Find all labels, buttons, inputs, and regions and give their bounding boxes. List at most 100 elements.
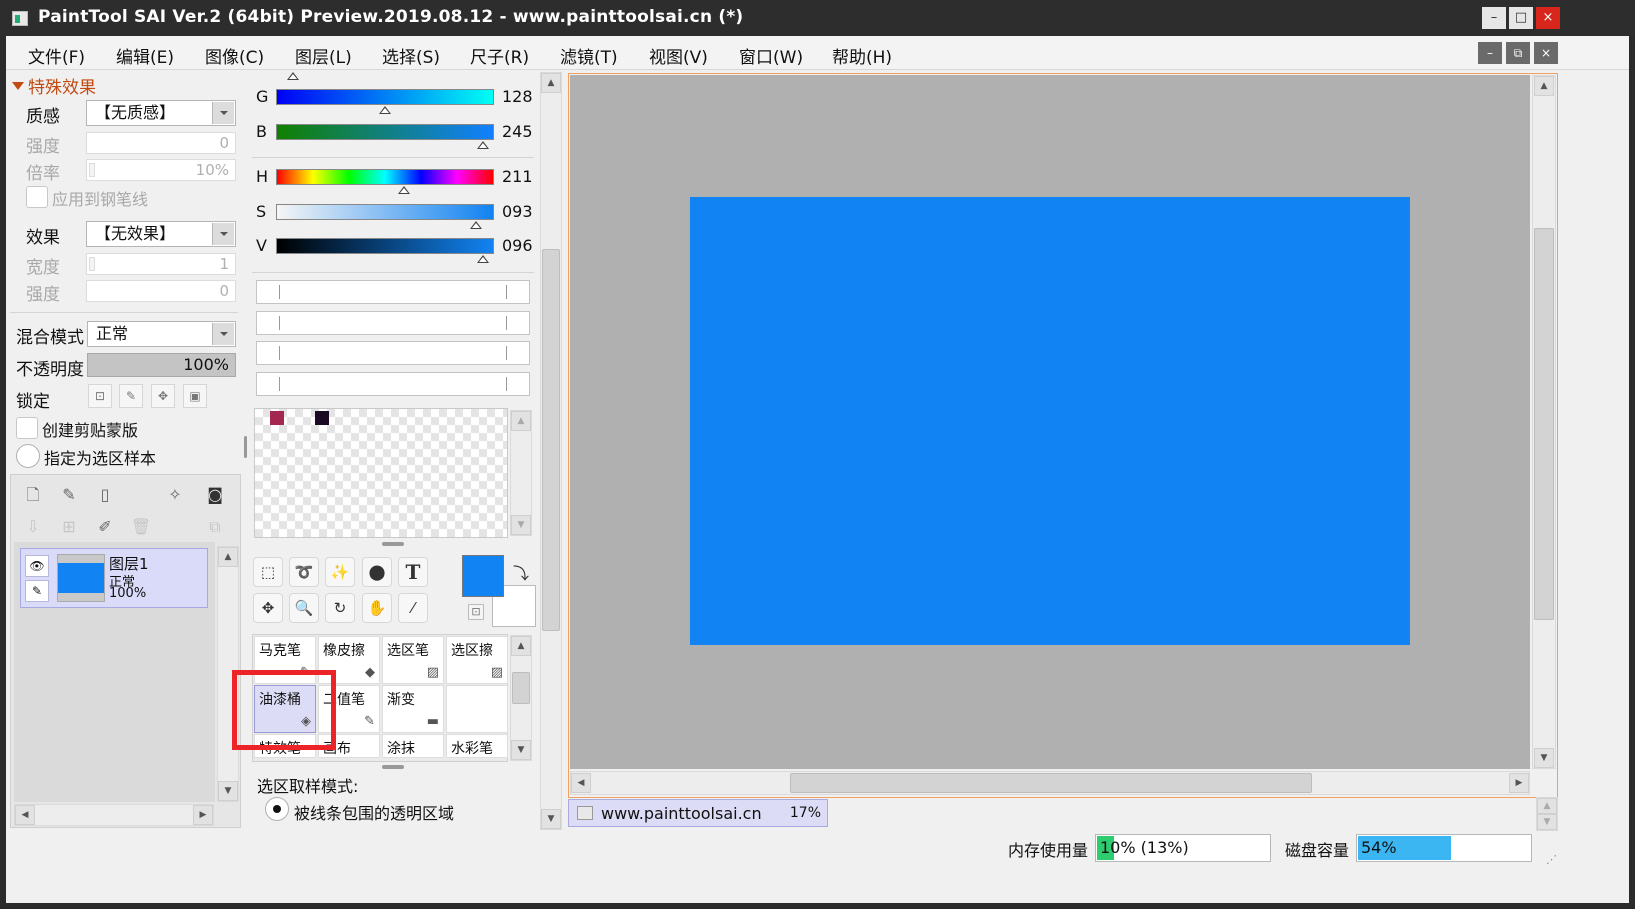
swatch-scrollbar[interactable]: ▲ ▼ — [510, 410, 532, 536]
middle-panel-scrollbar[interactable]: ▲ ▼ — [540, 72, 562, 830]
apply-pen-checkbox[interactable] — [26, 186, 48, 208]
scroll-down-icon[interactable]: ▼ — [1537, 814, 1557, 830]
scroll-right-icon[interactable]: ▶ — [1509, 773, 1529, 793]
eye-icon[interactable]: 👁 — [25, 555, 49, 577]
texture-select[interactable]: 【无质感】 — [86, 100, 236, 126]
resize-grip-icon[interactable]: ⋰ — [1546, 853, 1557, 866]
clip-mask-checkbox[interactable] — [16, 417, 38, 439]
menu-edit[interactable]: 编辑(E) — [116, 43, 174, 68]
clear-layer-icon[interactable]: ✐ — [94, 516, 116, 538]
menu-image[interactable]: 图像(C) — [205, 43, 264, 68]
b-slider[interactable] — [276, 124, 494, 140]
scroll-up-icon[interactable]: ▲ — [1534, 76, 1554, 96]
doc-close-button[interactable]: × — [1534, 42, 1558, 64]
menu-window[interactable]: 窗口(W) — [739, 43, 803, 68]
section-title[interactable]: 特殊效果 — [28, 73, 96, 98]
tab-scrollbar[interactable]: ▲ ▼ — [1536, 797, 1558, 831]
menu-view[interactable]: 视图(V) — [649, 43, 708, 68]
strength-field[interactable]: 0 — [86, 132, 236, 154]
panel-splitter-handle[interactable] — [382, 542, 404, 546]
eyedropper-icon[interactable]: ⁄ — [398, 593, 428, 623]
s-slider[interactable] — [276, 204, 494, 220]
g-slider-handle[interactable] — [379, 106, 391, 114]
brush-scrollbar[interactable]: ▲ ▼ — [510, 635, 532, 761]
minimize-button[interactable]: – — [1482, 7, 1506, 29]
menu-ruler[interactable]: 尺子(R) — [470, 43, 529, 68]
density-slider[interactable] — [256, 341, 530, 365]
brush-cell[interactable]: 选区擦 ▨ — [446, 636, 508, 684]
shape-icon[interactable]: ⬤ — [362, 557, 392, 587]
brush-cell[interactable]: 水彩笔 — [446, 734, 508, 758]
sample-radio[interactable] — [16, 444, 40, 468]
width-field[interactable]: 1 — [86, 253, 236, 275]
scroll-up-icon[interactable]: ▲ — [218, 547, 238, 567]
menu-filter[interactable]: 滤镜(T) — [560, 43, 618, 68]
g-slider[interactable] — [276, 89, 494, 105]
maximize-button[interactable]: □ — [1509, 7, 1533, 29]
scroll-down-icon[interactable]: ▼ — [541, 809, 561, 829]
scroll-down-icon[interactable]: ▼ — [511, 515, 531, 535]
lock-transparency-icon[interactable]: ⊡ — [88, 384, 112, 408]
scroll-thumb[interactable] — [512, 672, 530, 704]
scroll-left-icon[interactable]: ◀ — [571, 773, 591, 793]
text-tool-icon[interactable]: T — [398, 557, 428, 587]
brush-cell[interactable]: 选区笔 ▨ — [382, 636, 444, 684]
menu-help[interactable]: 帮助(H) — [832, 43, 892, 68]
scroll-down-icon[interactable]: ▼ — [218, 781, 238, 801]
doc-restore-button[interactable]: ⧉ — [1506, 42, 1530, 64]
effect-select[interactable]: 【无效果】 — [86, 221, 236, 247]
b-slider-handle[interactable] — [477, 141, 489, 149]
brush-size-slider[interactable] — [256, 280, 530, 304]
lock-all-icon[interactable]: ▣ — [183, 384, 207, 408]
v-slider[interactable] — [276, 238, 494, 254]
scroll-down-icon[interactable]: ▼ — [511, 740, 531, 760]
s-slider-handle[interactable] — [470, 221, 482, 229]
scroll-right-icon[interactable]: ▶ — [193, 805, 213, 825]
brush-cell[interactable] — [446, 685, 508, 733]
lock-move-icon[interactable]: ✥ — [151, 384, 175, 408]
opacity-slider[interactable]: 100% — [87, 353, 236, 377]
transparent-color-icon[interactable]: ⊡ — [468, 604, 484, 620]
layer-mask-icon[interactable]: ◙ — [204, 484, 226, 506]
zoom-icon[interactable]: 🔍 — [289, 593, 319, 623]
h-slider[interactable] — [276, 169, 494, 185]
hand-icon[interactable]: ✋ — [362, 593, 392, 623]
r-slider-handle[interactable] — [287, 72, 299, 80]
menu-file[interactable]: 文件(F) — [28, 43, 85, 68]
swap-colors-icon[interactable]: ⤵ — [513, 560, 529, 584]
canvas-hscrollbar[interactable]: ◀ ▶ — [570, 771, 1530, 795]
panel-splitter-handle[interactable] — [382, 765, 404, 769]
move-icon[interactable]: ✥ — [253, 593, 283, 623]
document-tab[interactable]: www.painttoolsai.cn 17% — [568, 799, 828, 827]
ratio-field[interactable]: 10% — [86, 159, 236, 181]
strength2-field[interactable]: 0 — [86, 280, 236, 302]
scroll-up-icon[interactable]: ▲ — [511, 411, 531, 431]
layer-effect-icon[interactable]: ✧ — [164, 484, 186, 506]
edit-pen-icon[interactable]: ✎ — [25, 580, 49, 602]
lock-paint-icon[interactable]: ✎ — [119, 384, 143, 408]
scroll-up-icon[interactable]: ▲ — [1537, 798, 1557, 814]
magic-wand-icon[interactable]: ✨ — [325, 557, 355, 587]
scroll-down-icon[interactable]: ▼ — [1534, 748, 1554, 768]
swatch-color-2[interactable] — [315, 411, 329, 425]
close-button[interactable]: × — [1536, 7, 1560, 29]
rect-select-icon[interactable]: ⬚ — [253, 557, 283, 587]
min-size-slider[interactable] — [256, 311, 530, 335]
color-swatch-panel[interactable] — [254, 408, 508, 538]
blending-slider[interactable] — [256, 372, 530, 396]
scroll-thumb[interactable] — [1534, 228, 1554, 620]
rotate-icon[interactable]: ↻ — [325, 593, 355, 623]
lasso-icon[interactable]: ➰ — [289, 557, 319, 587]
menu-select[interactable]: 选择(S) — [382, 43, 440, 68]
sample-mode-radio[interactable] — [265, 797, 289, 821]
layer-item[interactable]: 👁 ✎ 图层1 正常 100% — [20, 548, 208, 608]
doc-minimize-button[interactable]: – — [1478, 42, 1502, 64]
collapse-triangle-icon[interactable] — [12, 82, 24, 90]
scroll-thumb[interactable] — [542, 249, 560, 631]
h-slider-handle[interactable] — [398, 186, 410, 194]
panel-splitter-handle[interactable] — [244, 436, 247, 458]
canvas[interactable] — [690, 197, 1410, 645]
scroll-thumb[interactable] — [790, 773, 1312, 793]
menu-layer[interactable]: 图层(L) — [295, 43, 352, 68]
canvas-vscrollbar[interactable]: ▲ ▼ — [1532, 75, 1556, 769]
